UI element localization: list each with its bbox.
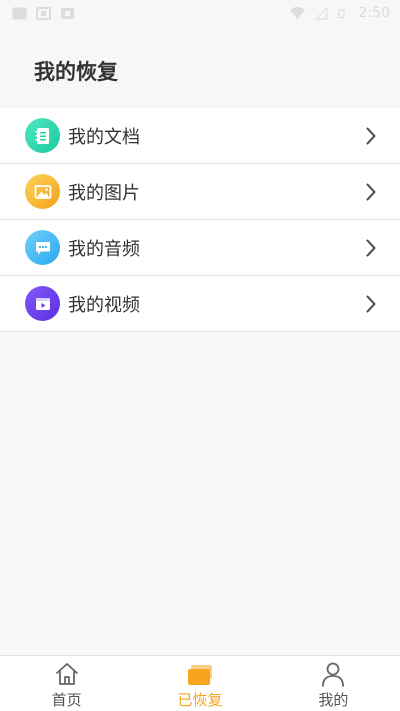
status-time: 2:50 bbox=[358, 5, 390, 21]
tab-home-label: 首页 bbox=[51, 691, 82, 709]
usb-notification-icon bbox=[36, 6, 51, 20]
app-screen: 2:50 我的恢复 我的文档 我的图片 我的音频 我的视频 首页 已恢复 我的 bbox=[0, 0, 400, 711]
signal-off-icon bbox=[314, 6, 328, 20]
menu-item-label: 我的音频 bbox=[68, 238, 140, 260]
image-icon bbox=[25, 174, 60, 209]
video-icon bbox=[25, 286, 60, 321]
recovery-menu-list: 我的文档 我的图片 我的音频 我的视频 bbox=[0, 108, 400, 332]
menu-item-label: 我的图片 bbox=[68, 182, 140, 204]
chevron-right-icon bbox=[366, 239, 376, 257]
tab-home[interactable]: 首页 bbox=[0, 656, 133, 711]
chevron-right-icon bbox=[366, 127, 376, 145]
tab-profile-label: 我的 bbox=[318, 691, 349, 709]
page-title: 我的恢复 bbox=[34, 60, 118, 84]
battery-icon bbox=[337, 8, 345, 18]
gallery-notification-icon bbox=[12, 7, 27, 19]
menu-item-videos[interactable]: 我的视频 bbox=[0, 276, 400, 332]
menu-item-audio[interactable]: 我的音频 bbox=[0, 220, 400, 276]
menu-item-documents[interactable]: 我的文档 bbox=[0, 108, 400, 164]
wifi-icon bbox=[289, 6, 305, 19]
bottom-nav: 首页 已恢复 我的 bbox=[0, 655, 400, 711]
recovered-icon bbox=[187, 665, 212, 685]
app-notification-icon bbox=[61, 7, 74, 19]
chevron-right-icon bbox=[366, 295, 376, 313]
menu-item-label: 我的视频 bbox=[68, 294, 140, 316]
tab-profile[interactable]: 我的 bbox=[267, 656, 400, 711]
status-bar: 2:50 bbox=[0, 0, 400, 26]
menu-item-images[interactable]: 我的图片 bbox=[0, 164, 400, 220]
tab-recovered-label: 已恢复 bbox=[177, 691, 223, 709]
user-icon bbox=[322, 662, 345, 687]
home-icon bbox=[55, 663, 78, 685]
chevron-right-icon bbox=[366, 183, 376, 201]
audio-icon bbox=[25, 230, 60, 265]
menu-item-label: 我的文档 bbox=[68, 126, 140, 148]
tab-recovered[interactable]: 已恢复 bbox=[133, 656, 266, 711]
document-icon bbox=[25, 118, 60, 153]
